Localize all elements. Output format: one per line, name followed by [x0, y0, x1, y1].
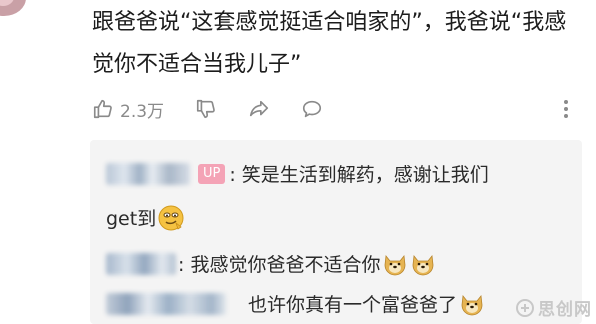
- blurred-username: [106, 162, 190, 185]
- blurred-username: [106, 292, 226, 315]
- comment-button[interactable]: [300, 92, 324, 126]
- reply-panel: UP : 笑是生活到解药，感谢让我们 get到 : 我感觉你爸爸不适合你 也许你…: [90, 140, 582, 324]
- like-count: 2.3万: [120, 101, 165, 122]
- reply-3-text: 也许你真有一个富爸爸了: [248, 294, 458, 316]
- watermark-logo-icon: [516, 298, 534, 317]
- reply-1-text-continued: get到: [106, 208, 157, 230]
- up-badge: UP: [198, 163, 226, 184]
- more-button[interactable]: [562, 92, 570, 126]
- blurred-username: [106, 252, 176, 275]
- smirk-emoji-icon: [158, 205, 184, 230]
- comment-icon: [302, 100, 322, 118]
- doge-emoji-icon: [385, 254, 406, 275]
- doge-emoji-icon: [413, 254, 434, 275]
- site-watermark: 思创网: [516, 295, 592, 320]
- comment-body: 跟爸爸说“这套感觉挺适合咱家的”，我爸说“我感 觉你不适合当我儿子”: [92, 2, 582, 86]
- share-button[interactable]: [247, 92, 271, 126]
- comment-line-1: 跟爸爸说“这套感觉挺适合咱家的”，我爸说“我感: [92, 10, 567, 35]
- thumbs-up-icon: [93, 99, 112, 119]
- like-button[interactable]: 2.3万: [92, 92, 164, 126]
- doge-emoji-icon: [461, 294, 483, 315]
- dislike-button[interactable]: [195, 92, 217, 126]
- more-icon: [564, 100, 568, 118]
- reply-3[interactable]: 也许你真有一个富爸爸了: [106, 290, 485, 317]
- reply-1-text: : 笑是生活到解药，感谢让我们: [229, 164, 489, 186]
- reply-1[interactable]: UP : 笑是生活到解药，感谢让我们: [106, 160, 489, 187]
- watermark-text: 思创网: [538, 300, 592, 320]
- reply-2[interactable]: : 我感觉你爸爸不适合你: [106, 250, 436, 277]
- reply-2-text: : 我感觉你爸爸不适合你: [178, 254, 381, 276]
- comment-actions: 2.3万: [92, 92, 582, 126]
- thumbs-down-icon: [196, 99, 215, 119]
- reply-1-continued: get到: [106, 204, 184, 231]
- share-icon: [249, 100, 269, 117]
- user-avatar[interactable]: [0, 0, 26, 16]
- comment-line-2: 觉你不适合当我儿子”: [92, 52, 302, 77]
